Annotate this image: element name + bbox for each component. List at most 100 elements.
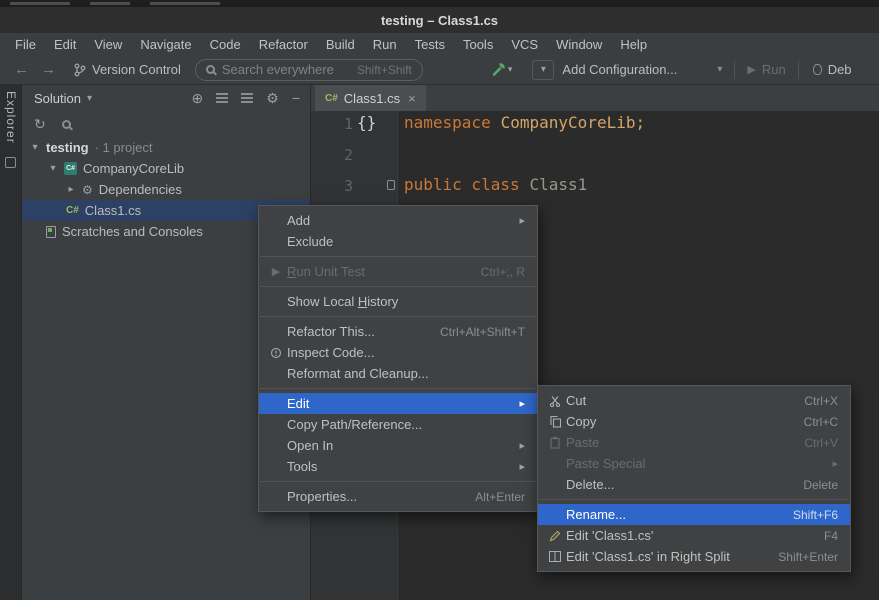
collapse-all-icon[interactable] — [241, 93, 253, 103]
search-tree-icon[interactable] — [62, 120, 71, 129]
menu-item-label: Show Local History — [287, 294, 398, 309]
search-everywhere-field[interactable]: Search everywhere Shift+Shift — [195, 59, 423, 81]
locate-icon[interactable]: ⊕ — [192, 91, 204, 105]
menu-shortcut: Ctrl+;, R — [465, 265, 525, 279]
code-keyword: namespace — [404, 113, 491, 132]
chevron-down-icon: ▾ — [87, 93, 92, 104]
tree-item-testing[interactable]: ▾ testing · 1 project — [22, 137, 310, 158]
tree-item-label: CompanyCoreLib — [83, 161, 184, 176]
menu-item-paste[interactable]: Paste Ctrl+V — [538, 432, 850, 453]
menu-item-tools[interactable]: Tools ▸ — [259, 456, 537, 477]
dependencies-icon: ⚙ — [82, 183, 93, 197]
tree-item-dependencies[interactable]: ▸ ⚙ Dependencies — [22, 179, 310, 200]
explorer-tool-button[interactable]: Explorer — [4, 91, 18, 144]
menu-item-label: Add — [287, 213, 310, 228]
build-tools-button[interactable]: ▾ — [491, 62, 513, 77]
menu-tests[interactable]: Tests — [406, 35, 454, 54]
menu-item-edit-file-right-split[interactable]: Edit 'Class1.cs' in Right Split Shift+En… — [538, 546, 850, 567]
refresh-icon[interactable]: ↻ — [34, 117, 46, 131]
menu-help[interactable]: Help — [611, 35, 656, 54]
version-control-widget[interactable]: Version Control — [74, 62, 181, 77]
version-control-label: Version Control — [92, 62, 181, 77]
menu-item-run-unit-test[interactable]: ▶ Run Unit Test Ctrl+;, R — [259, 261, 537, 282]
menu-separator — [260, 316, 536, 317]
menu-run[interactable]: Run — [364, 35, 406, 54]
menu-item-rename[interactable]: Rename... Shift+F6 — [538, 504, 850, 525]
namespace-body-glyph: {} — [357, 113, 376, 132]
tree-item-companycorelib[interactable]: ▾ C# CompanyCoreLib — [22, 158, 310, 179]
icon-gutter — [265, 347, 287, 359]
menu-shortcut: Ctrl+X — [788, 394, 838, 408]
menu-shortcut: Shift+Enter — [762, 550, 838, 564]
expand-all-icon[interactable] — [216, 93, 228, 103]
submenu-arrow-icon: ▸ — [519, 214, 525, 227]
run-button[interactable]: ▶ Run — [747, 62, 785, 77]
split-icon — [549, 551, 561, 562]
bug-icon — [813, 64, 822, 75]
menu-edit[interactable]: Edit — [45, 35, 85, 54]
menu-window[interactable]: Window — [547, 35, 611, 54]
panel-toolbar: ↻ — [22, 111, 310, 137]
editor-tab-bar: C# Class1.cs × — [310, 85, 879, 111]
menu-view[interactable]: View — [85, 35, 131, 54]
menu-item-label: Copy Path/Reference... — [287, 417, 422, 432]
menu-item-paste-special[interactable]: Paste Special ▸ — [538, 453, 850, 474]
menu-item-edit-file[interactable]: Edit 'Class1.cs' F4 — [538, 525, 850, 546]
wrench-icon — [491, 62, 506, 77]
panel-header-icons: ⊕ ⚙ − — [192, 91, 300, 105]
back-icon[interactable]: ← — [14, 61, 29, 78]
menu-file[interactable]: File — [6, 35, 45, 54]
tab-label: Class1.cs — [344, 91, 400, 106]
menu-item-refactor-this[interactable]: Refactor This... Ctrl+Alt+Shift+T — [259, 321, 537, 342]
run-configurations-chevron-button[interactable]: ▾ — [532, 60, 554, 80]
menu-item-copy[interactable]: Copy Ctrl+C — [538, 411, 850, 432]
menu-item-open-in[interactable]: Open In ▸ — [259, 435, 537, 456]
tab-class1[interactable]: C# Class1.cs × — [315, 85, 426, 111]
settings-icon[interactable]: ⚙ — [266, 91, 279, 105]
menu-code[interactable]: Code — [201, 35, 250, 54]
code-line-3: public classClass1 — [404, 175, 587, 194]
submenu-arrow-icon: ▸ — [519, 439, 525, 452]
menu-tools[interactable]: Tools — [454, 35, 502, 54]
icon-gutter — [544, 415, 566, 428]
menu-item-exclude[interactable]: Exclude — [259, 231, 537, 252]
explorer-icon[interactable] — [5, 157, 16, 168]
chevron-down-icon: ▾ — [48, 163, 58, 174]
run-label: Run — [762, 62, 786, 77]
submenu-arrow-icon: ▸ — [832, 457, 838, 470]
menu-item-cut[interactable]: Cut Ctrl+X — [538, 390, 850, 411]
menu-item-add[interactable]: Add ▸ — [259, 210, 537, 231]
solution-view-dropdown[interactable]: Solution ▾ — [34, 91, 92, 106]
tree-item-label: Dependencies — [99, 182, 182, 197]
menu-item-reformat-and-cleanup[interactable]: Reformat and Cleanup... — [259, 363, 537, 384]
menu-item-label: Run Unit Test — [287, 264, 365, 279]
menu-item-label: Paste — [566, 435, 599, 450]
git-branch-icon — [74, 63, 86, 77]
menu-shortcut: F4 — [808, 529, 838, 543]
menu-item-show-local-history[interactable]: Show Local History — [259, 291, 537, 312]
menu-navigate[interactable]: Navigate — [131, 35, 200, 54]
menu-item-inspect-code[interactable]: Inspect Code... — [259, 342, 537, 363]
menu-vcs[interactable]: VCS — [502, 35, 547, 54]
menu-item-label: Paste Special — [566, 456, 646, 471]
artifact-fragment — [150, 2, 220, 5]
close-icon[interactable]: × — [408, 91, 416, 106]
menu-item-copy-path-reference[interactable]: Copy Path/Reference... — [259, 414, 537, 435]
menu-build[interactable]: Build — [317, 35, 364, 54]
line-number: 3 — [311, 177, 353, 195]
forward-icon[interactable]: → — [41, 61, 56, 78]
hide-panel-icon[interactable]: − — [292, 91, 300, 105]
menu-item-delete[interactable]: Delete... Delete — [538, 474, 850, 495]
mnemonic: H — [358, 294, 367, 309]
title-bar[interactable]: testing – Class1.cs — [0, 7, 879, 33]
menu-item-label: Tools — [287, 459, 317, 474]
menu-item-edit[interactable]: Edit ▸ — [259, 393, 537, 414]
add-configuration-dropdown[interactable]: Add Configuration... ▾ — [562, 62, 722, 77]
menu-refactor[interactable]: Refactor — [250, 35, 317, 54]
menu-item-properties[interactable]: Properties... Alt+Enter — [259, 486, 537, 507]
menu-item-label: Edit 'Class1.cs' in Right Split — [566, 549, 730, 564]
inspect-code-icon — [270, 347, 282, 359]
toolbar-separator — [734, 61, 735, 79]
debug-button[interactable]: Deb — [813, 62, 852, 77]
menu-shortcut: Delete — [787, 478, 838, 492]
